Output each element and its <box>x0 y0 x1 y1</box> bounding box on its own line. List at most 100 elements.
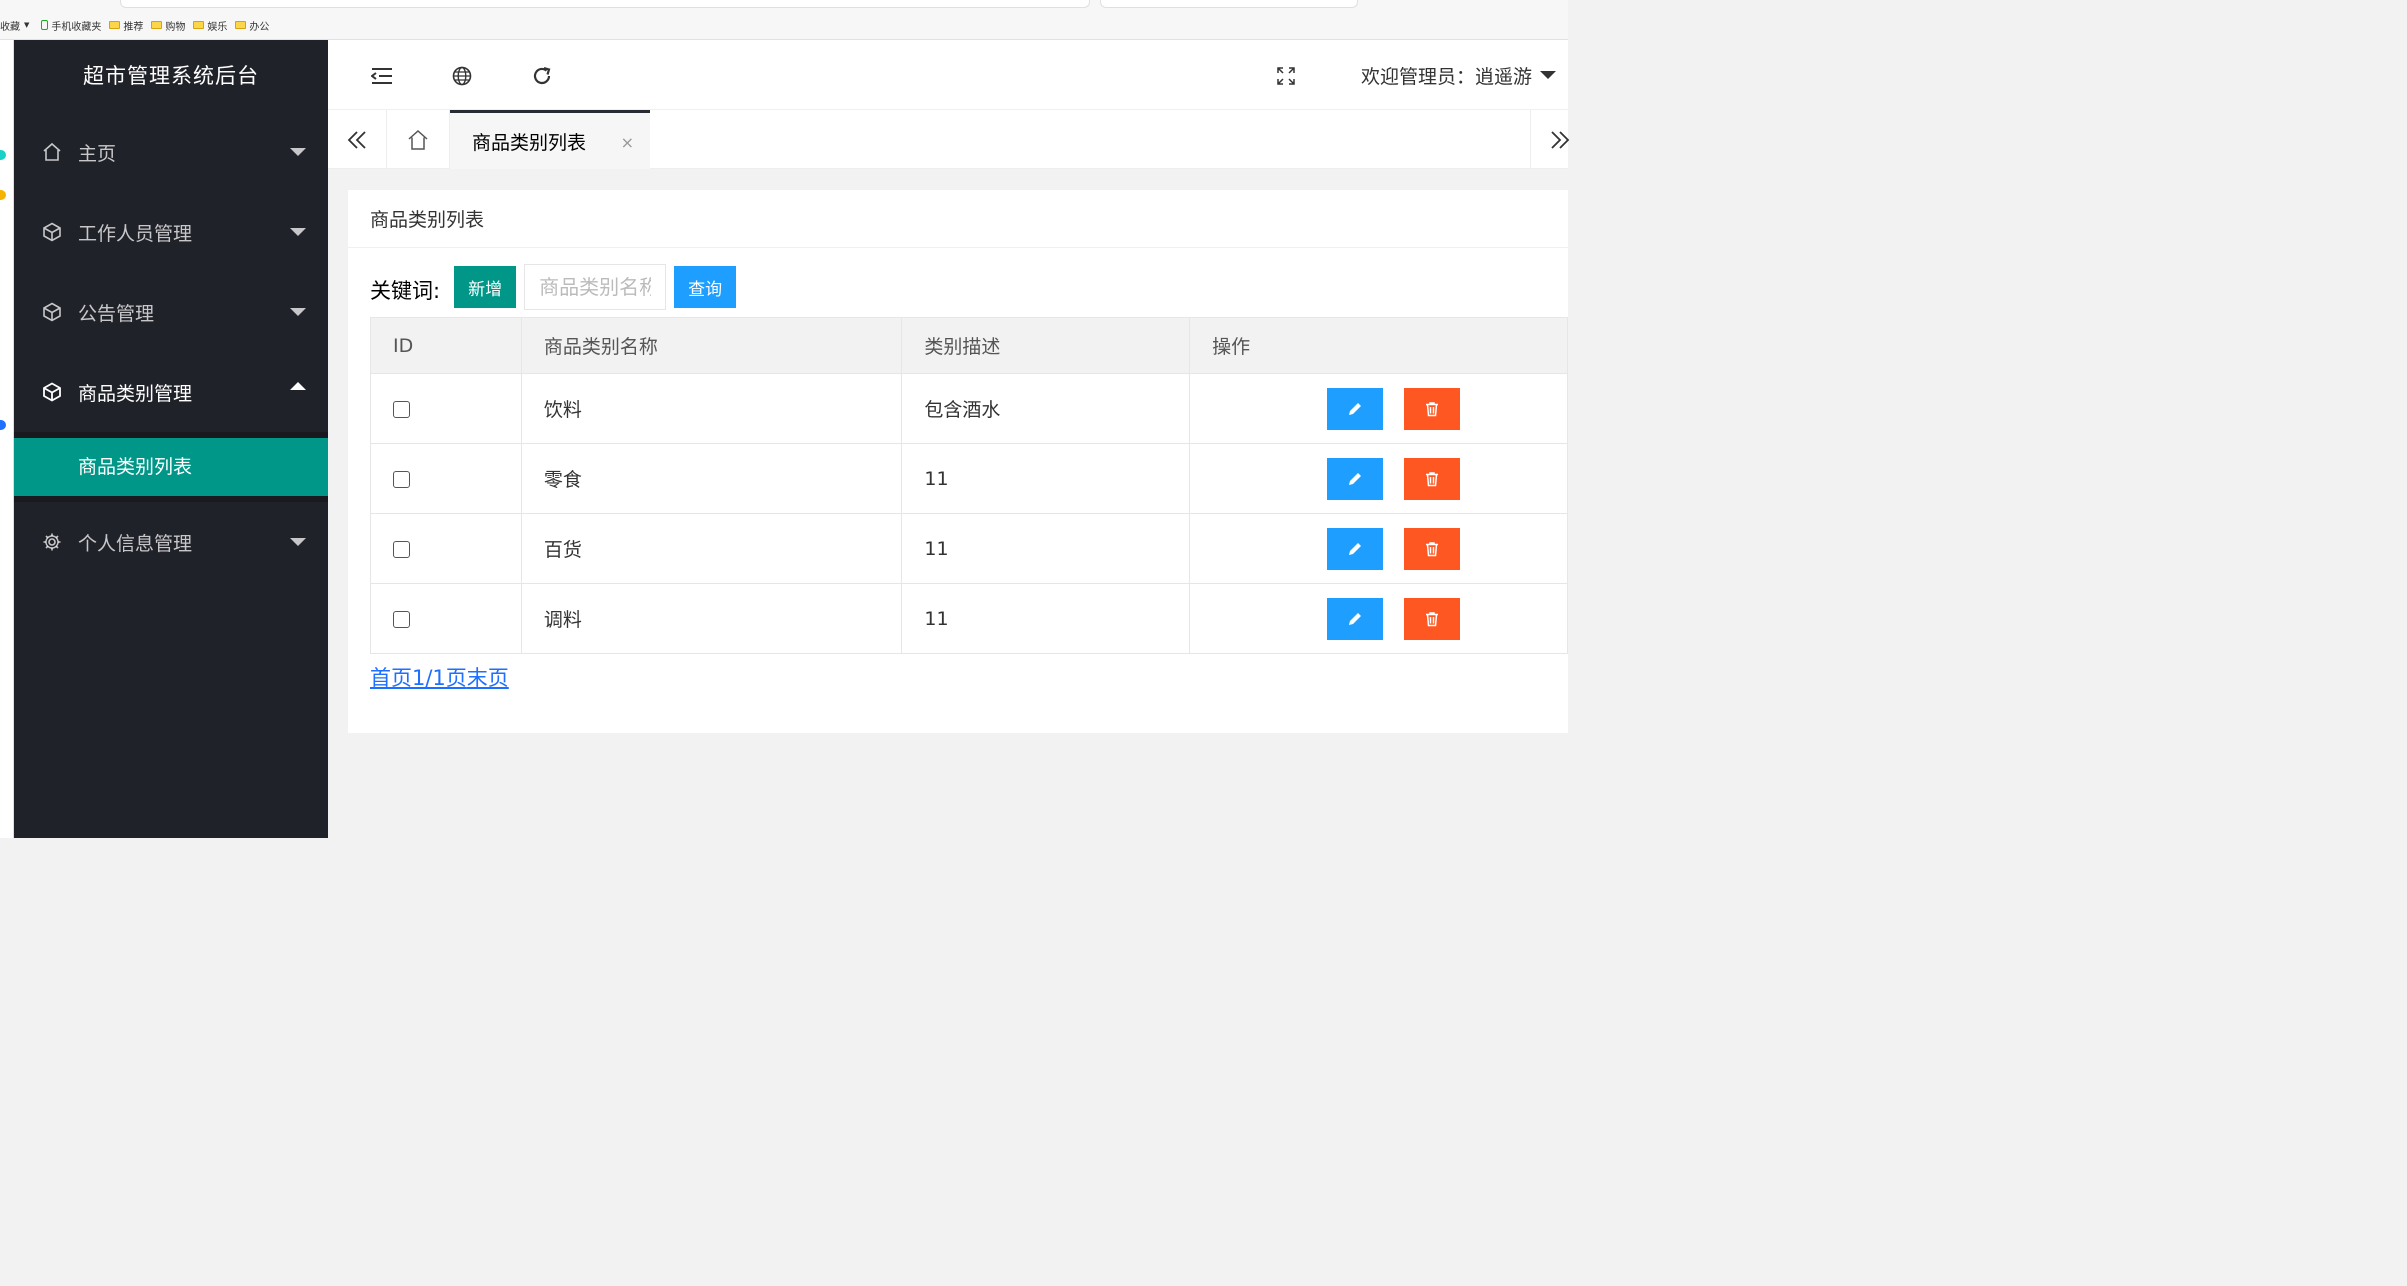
sidebar-item-label: 工作人员管理 <box>78 222 193 245</box>
caret-down-icon: ▼ <box>24 21 30 29</box>
browser-address-bar[interactable] <box>120 0 1090 8</box>
cell-name: 调料 <box>520 583 903 654</box>
edit-button[interactable] <box>1327 527 1384 570</box>
bookmark-folder-recommend[interactable]: 推荐 <box>109 18 143 33</box>
row-actions <box>1212 597 1567 640</box>
folder-icon <box>235 21 247 29</box>
cell-name: 零食 <box>520 443 903 514</box>
folder-icon <box>109 21 121 29</box>
table-row: 百货 11 <box>370 513 1568 584</box>
tab-category-list[interactable]: 商品类别列表 × <box>450 110 650 169</box>
column-header-actions: 操作 <box>1189 317 1568 374</box>
fullscreen-icon[interactable] <box>1274 64 1298 88</box>
bookmark-folder-entertainment[interactable]: 娱乐 <box>193 18 227 33</box>
phone-icon <box>41 20 49 30</box>
browser-search-box[interactable] <box>1100 0 1358 8</box>
row-checkbox[interactable] <box>393 540 410 558</box>
home-icon <box>408 129 428 150</box>
table-header-row: ID 商品类别名称 类别描述 操作 <box>370 317 1568 374</box>
refresh-icon[interactable] <box>530 64 554 88</box>
browser-toolbar: 收藏 ▼ 手机收藏夹 推荐 购物 娱乐 办公 <box>0 0 1568 40</box>
side-app-icon[interactable] <box>0 150 6 160</box>
content-card: 商品类别列表 关键词: 新增 查询 ID 商品类别名称 类别描述 操作 饮料 包… <box>348 190 1568 733</box>
last-page-link[interactable]: 末页 <box>467 662 509 692</box>
sidebar-item-label: 公告管理 <box>78 302 155 325</box>
delete-button[interactable] <box>1404 527 1461 570</box>
row-checkbox[interactable] <box>393 400 410 418</box>
first-page-link[interactable]: 首页 <box>370 662 412 692</box>
pencil-icon <box>1349 612 1362 625</box>
cell-desc: 11 <box>901 443 1191 514</box>
sidebar-item-staff[interactable]: 工作人员管理 <box>14 192 328 272</box>
delete-button[interactable] <box>1404 457 1461 500</box>
delete-button[interactable] <box>1404 597 1461 640</box>
page-info: 1/1页 <box>412 666 467 690</box>
pagination: 首页 1/1页 末页 <box>370 662 509 692</box>
top-header: 欢迎管理员：逍遥游 <box>328 40 1568 110</box>
sidebar-item-label: 商品类别管理 <box>78 382 193 405</box>
cell-name: 饮料 <box>520 373 903 444</box>
table-row: 零食 11 <box>370 443 1568 514</box>
bookmark-collect[interactable]: 收藏 ▼ <box>0 18 33 33</box>
table-row: 调料 11 <box>370 583 1568 654</box>
caret-down-icon <box>290 538 306 546</box>
caret-down-icon <box>290 228 306 236</box>
sidebar-item-category[interactable]: 商品类别管理 <box>14 352 328 432</box>
bookmark-folder-shopping[interactable]: 购物 <box>151 18 185 33</box>
query-button[interactable]: 查询 <box>674 266 737 308</box>
side-app-icon[interactable] <box>0 190 6 200</box>
sidebar-item-label: 个人信息管理 <box>78 532 193 555</box>
edit-button[interactable] <box>1327 387 1384 430</box>
column-header-id: ID <box>370 317 522 374</box>
pencil-icon <box>1349 542 1362 555</box>
row-checkbox[interactable] <box>393 610 410 628</box>
trash-icon <box>1426 401 1439 416</box>
caret-up-icon <box>290 382 306 390</box>
side-app-icon[interactable] <box>0 420 6 430</box>
trash-icon <box>1426 541 1439 556</box>
row-actions <box>1212 457 1567 500</box>
browser-side-panel <box>0 40 14 838</box>
globe-icon[interactable] <box>450 64 474 88</box>
edit-button[interactable] <box>1327 457 1384 500</box>
pencil-icon <box>1349 472 1362 485</box>
column-header-name: 商品类别名称 <box>520 317 903 374</box>
tab-scroll-left-icon[interactable] <box>328 110 386 169</box>
sidebar-item-home[interactable]: 主页 <box>14 112 328 192</box>
cube-icon <box>42 302 62 322</box>
bookmark-phone-fav[interactable]: 手机收藏夹 <box>41 18 101 33</box>
row-checkbox[interactable] <box>393 470 410 488</box>
tab-scroll-right-icon[interactable] <box>1530 110 1588 169</box>
welcome-text: 欢迎管理员：逍遥游 <box>1360 65 1532 88</box>
column-header-desc: 类别描述 <box>901 317 1191 374</box>
sidebar-item-label: 主页 <box>78 142 117 165</box>
close-icon[interactable]: × <box>621 133 634 152</box>
cell-desc: 包含酒水 <box>901 373 1191 444</box>
table-row: 饮料 包含酒水 <box>370 373 1568 444</box>
folder-icon <box>193 21 205 29</box>
edit-button[interactable] <box>1327 597 1384 640</box>
caret-down-icon <box>1540 71 1556 79</box>
caret-down-icon <box>290 148 306 156</box>
gear-icon <box>42 532 62 552</box>
sidebar-item-profile[interactable]: 个人信息管理 <box>14 502 328 582</box>
sidebar-subitem-category-list[interactable]: 商品类别列表 <box>14 438 328 496</box>
keyword-input[interactable] <box>524 264 667 310</box>
category-table: ID 商品类别名称 类别描述 操作 饮料 包含酒水 零食 11 百货 11 调料… <box>370 317 1568 654</box>
trash-icon <box>1426 471 1439 486</box>
sidebar: 超市管理系统后台 主页 工作人员管理 公告管理 商品类别管理 商品类别列表 个人… <box>14 40 328 838</box>
cell-desc: 11 <box>901 513 1191 584</box>
delete-button[interactable] <box>1404 387 1461 430</box>
pencil-icon <box>1349 402 1362 415</box>
keyword-label: 关键词: <box>370 279 441 303</box>
tab-label: 商品类别列表 <box>472 131 587 154</box>
add-button[interactable]: 新增 <box>454 266 517 308</box>
user-menu[interactable]: 欢迎管理员：逍遥游 <box>1361 40 1556 110</box>
row-actions <box>1212 527 1567 570</box>
menu-fold-icon[interactable] <box>370 64 394 88</box>
tab-home[interactable] <box>386 110 450 169</box>
cell-desc: 11 <box>901 583 1191 654</box>
sidebar-item-notice[interactable]: 公告管理 <box>14 272 328 352</box>
bookmark-folder-office[interactable]: 办公 <box>235 18 269 33</box>
cell-name: 百货 <box>520 513 903 584</box>
